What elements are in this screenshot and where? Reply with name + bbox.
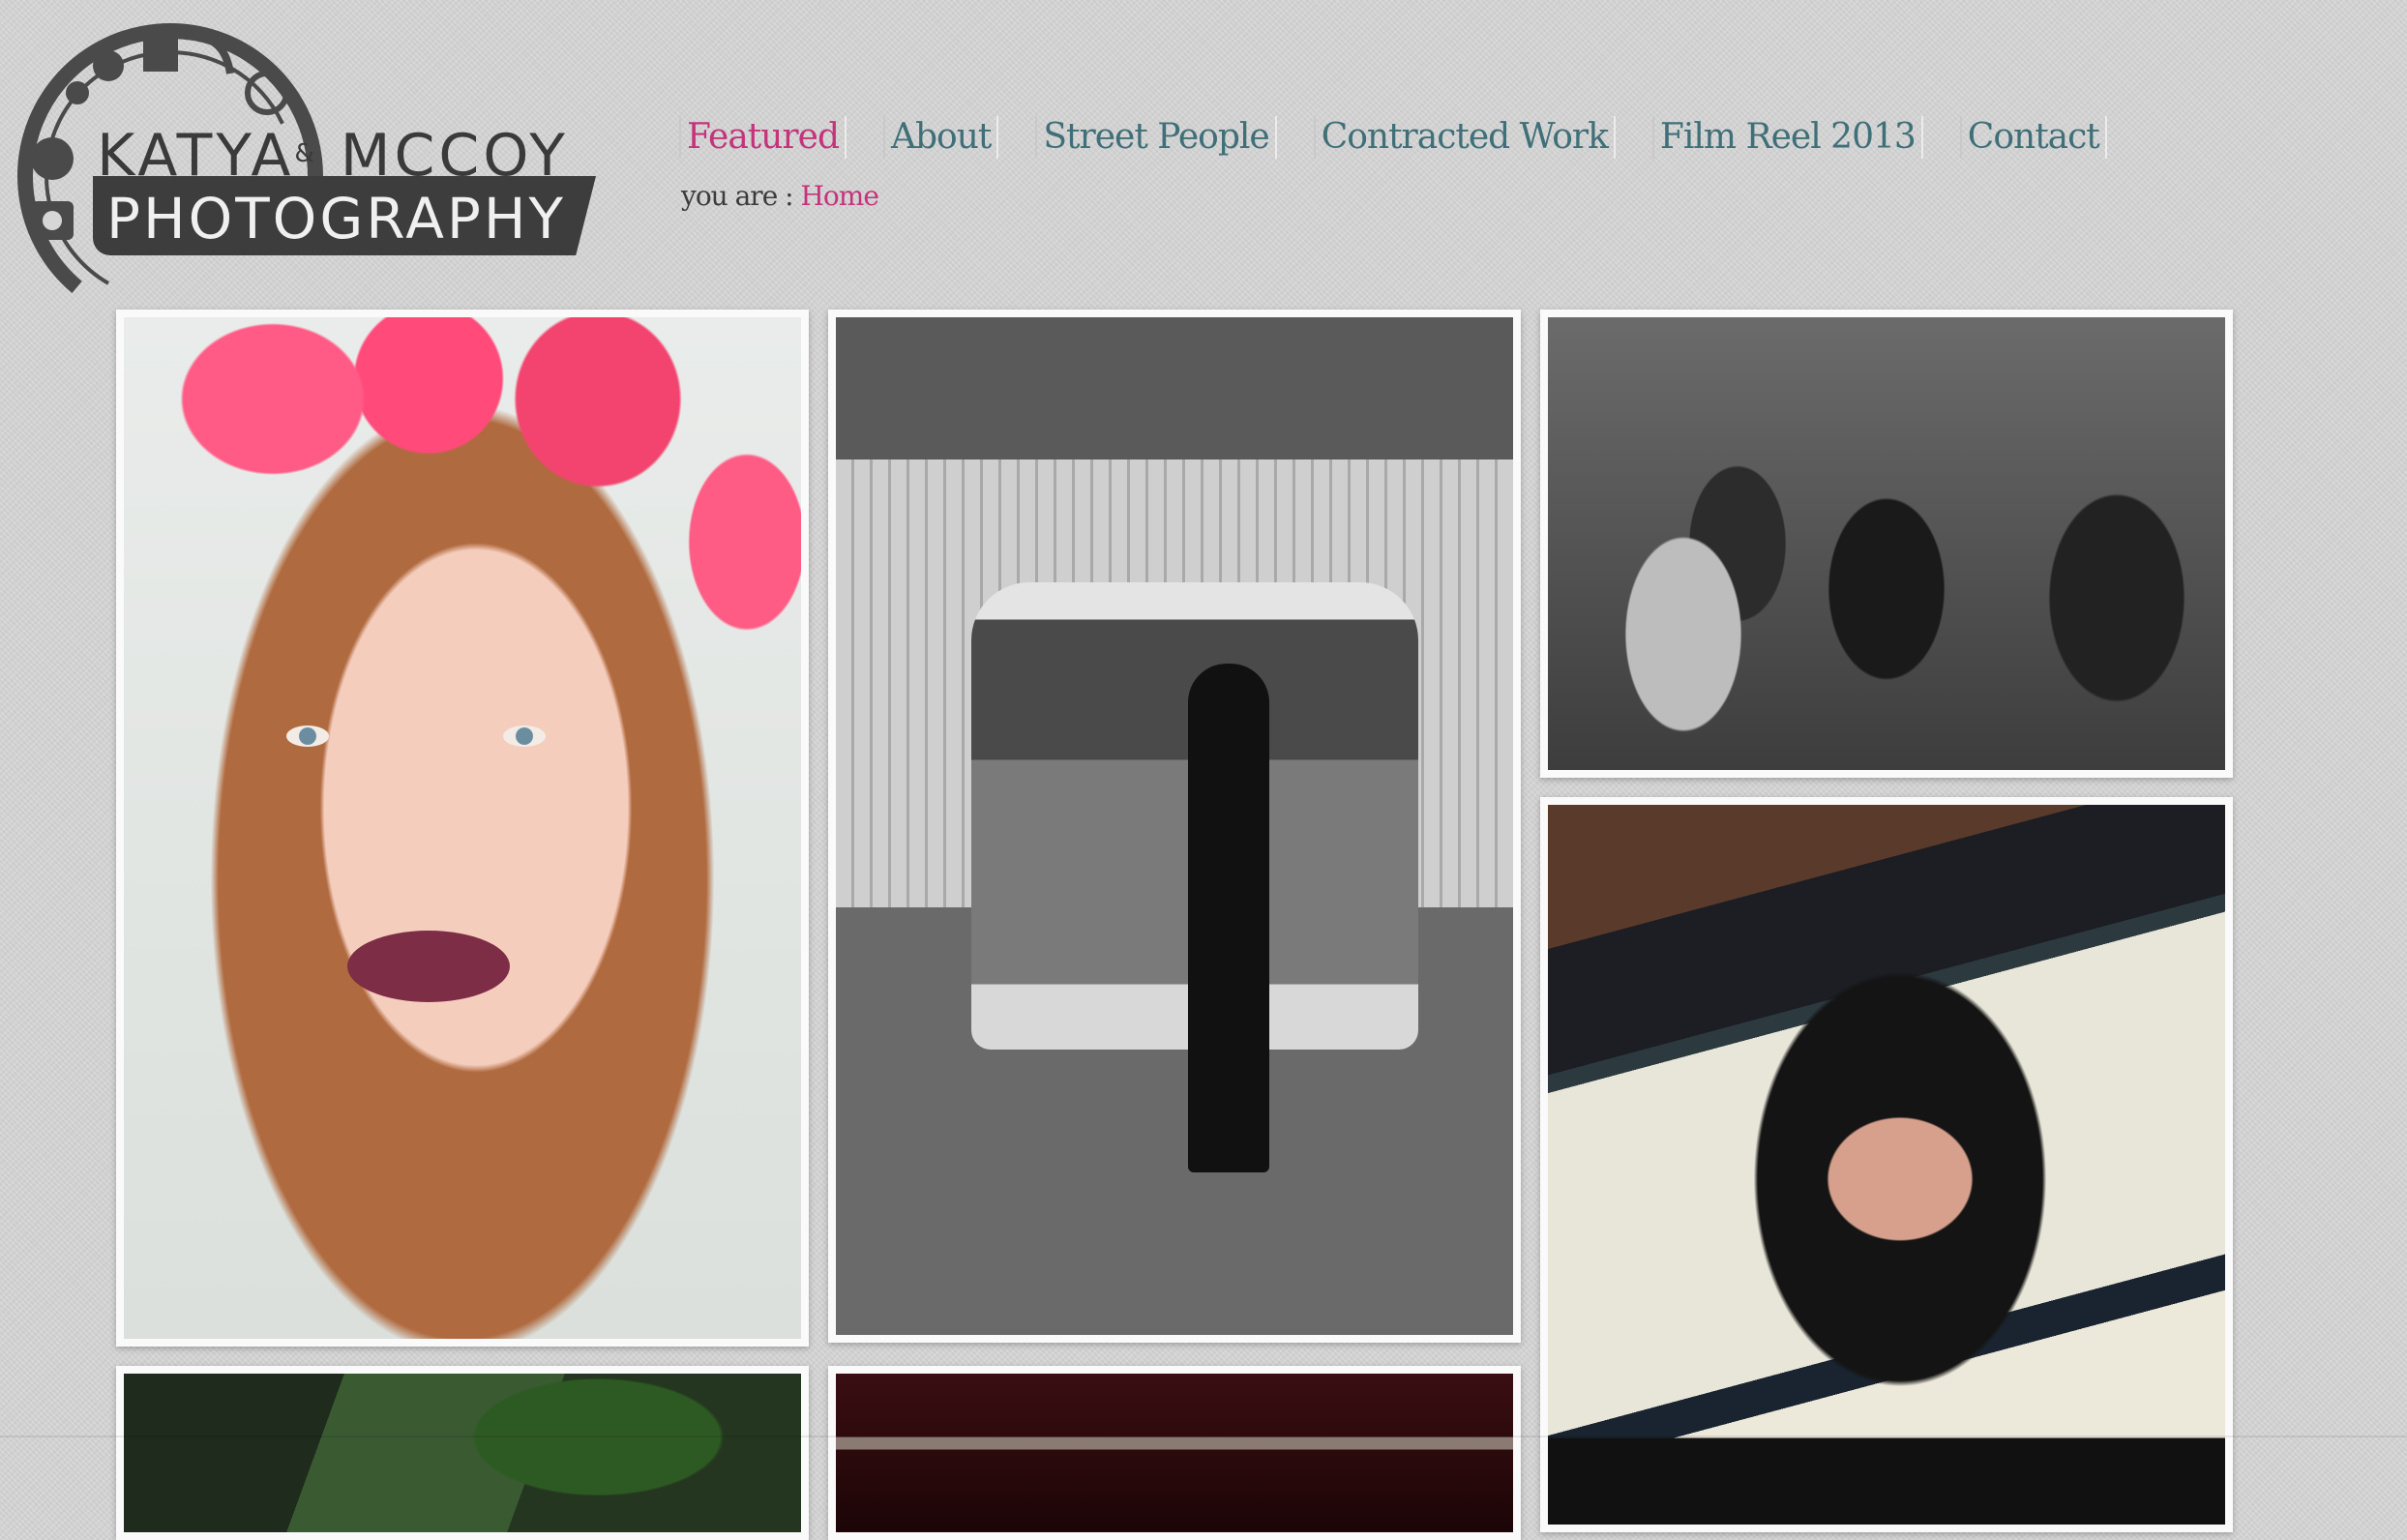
gallery-item[interactable] [116,1366,809,1540]
gallery-photo [1548,805,2225,1525]
breadcrumb-prefix: you are : [681,180,794,212]
nav-item-about[interactable]: About [883,116,999,159]
site-logo[interactable]: KATYA& MCCOY PHOTOGRAPHY [8,14,608,333]
nav-item-contracted-work[interactable]: Contracted Work [1313,116,1616,159]
nav-item-featured[interactable]: Featured [679,116,847,159]
gallery-photo [124,1374,801,1532]
gallery-item[interactable] [116,310,809,1347]
gallery-photo [836,317,1513,1335]
logo-ampersand: & [294,139,318,168]
main-nav: Featured About Street People Contracted … [679,116,2144,159]
nav-item-street-people[interactable]: Street People [1035,116,1277,159]
gallery-photo [836,1374,1513,1532]
gallery-item[interactable] [1540,310,2233,778]
breadcrumb: you are : Home [681,180,879,212]
footer-divider [0,1436,2407,1437]
logo-wordmark-banner: PHOTOGRAPHY [93,176,596,255]
gallery-item[interactable] [1540,797,2233,1532]
logo-wordmark-bottom: PHOTOGRAPHY [106,186,566,252]
gallery-photo [1548,317,2225,770]
gallery-item[interactable] [828,1366,1521,1540]
gallery-photo [124,317,801,1339]
breadcrumb-home-link[interactable]: Home [801,180,879,212]
gallery-item[interactable] [828,310,1521,1343]
nav-item-contact[interactable]: Contact [1959,116,2107,159]
nav-item-film-reel-2013[interactable]: Film Reel 2013 [1651,116,1923,159]
